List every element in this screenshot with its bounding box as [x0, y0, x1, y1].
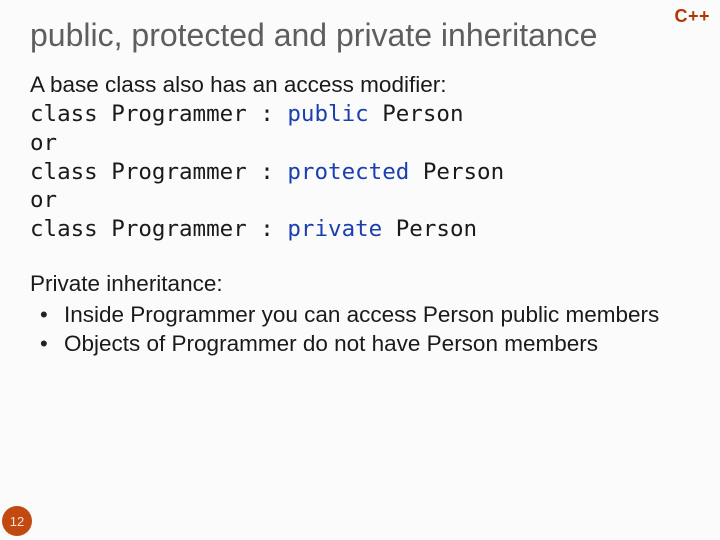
keyword-protected: protected [287, 159, 409, 185]
keyword-public: public [287, 101, 368, 127]
keyword-private: private [287, 216, 382, 242]
slide-body: A base class also has an access modifier… [30, 71, 690, 358]
list-item: Objects of Programmer do not have Person… [36, 330, 690, 359]
bullet-list: Inside Programmer you can access Person … [30, 301, 690, 359]
code-line-1-post: Person [369, 101, 464, 127]
code-or-2: or [30, 187, 57, 213]
code-line-2-pre: class Programmer : [30, 159, 287, 185]
section-heading: Private inheritance: [30, 270, 690, 299]
slide: C++ public, protected and private inheri… [0, 0, 720, 540]
code-block: class Programmer : public Person or clas… [30, 100, 690, 244]
code-or-1: or [30, 130, 57, 156]
page-number-badge: 12 [2, 506, 32, 536]
slide-title: public, protected and private inheritanc… [30, 18, 690, 53]
code-line-2-post: Person [409, 159, 504, 185]
list-item: Inside Programmer you can access Person … [36, 301, 690, 330]
private-inheritance-section: Private inheritance: Inside Programmer y… [30, 270, 690, 358]
code-line-3-pre: class Programmer : [30, 216, 287, 242]
code-line-3-post: Person [382, 216, 477, 242]
language-badge: C++ [674, 6, 710, 27]
intro-line: A base class also has an access modifier… [30, 71, 690, 100]
code-line-1-pre: class Programmer : [30, 101, 287, 127]
